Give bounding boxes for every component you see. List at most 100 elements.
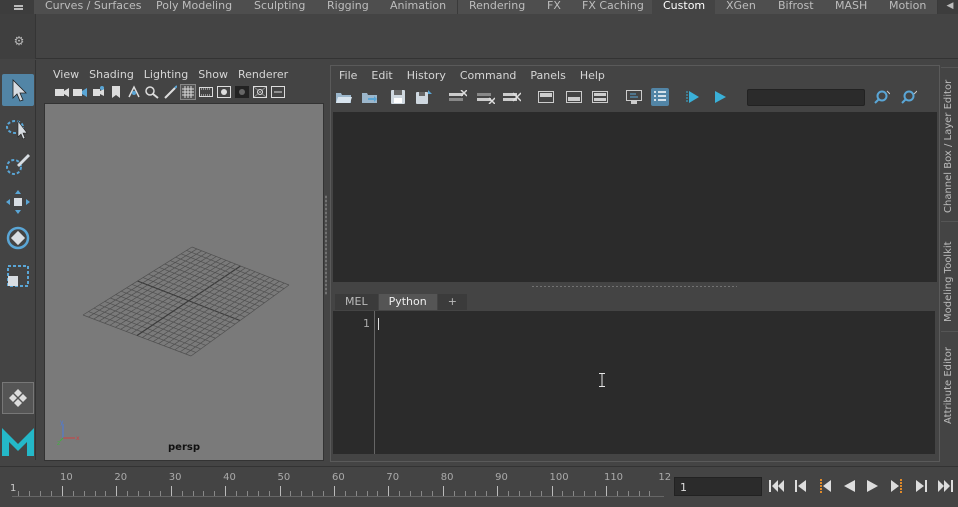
shelf-tab-fx[interactable]: FX [536,0,573,14]
shelf-tab-motion[interactable]: Motion [878,0,939,14]
tab-mel[interactable]: MEL [335,294,378,310]
move-tool-icon[interactable] [2,186,34,218]
shelf-tab-mash[interactable]: MASH [824,0,880,14]
bookmark-icon[interactable] [90,84,106,100]
viewport-menu-show[interactable]: Show [189,68,228,81]
execute-all-icon[interactable] [685,88,703,106]
viewport-menu-view[interactable]: View [44,68,79,81]
minor-tick [366,491,368,496]
2d-pan-icon[interactable] [126,84,142,100]
shelf-tab-animation[interactable]: Animation [379,0,459,14]
camera-attributes-icon[interactable] [72,84,88,100]
shelf-tab-bifrost[interactable]: Bifrost [767,0,826,14]
shelf-tab-poly-modeling[interactable]: Poly Modeling [145,0,245,14]
echo-all-commands-icon[interactable] [625,88,643,106]
open-script-icon[interactable] [335,88,353,106]
current-time-field[interactable]: 1 [674,477,762,496]
shelf-menu-icon[interactable] [8,0,28,14]
safe-action-icon[interactable] [162,84,178,100]
minor-tick [138,491,140,496]
show-history-icon[interactable] [537,88,555,106]
pane-divider-handle[interactable] [531,285,737,288]
step-back-key-icon[interactable] [816,477,834,495]
play-backwards-icon[interactable] [840,477,858,495]
film-gate-icon[interactable] [198,84,214,100]
tab-attribute-editor[interactable]: Attribute Editor [941,331,958,461]
viewport-menu-renderer[interactable]: Renderer [229,68,288,81]
resolution-gate-icon[interactable] [216,84,232,100]
paint-select-icon[interactable] [2,148,34,180]
minor-tick [453,491,455,496]
search-input[interactable] [747,89,865,106]
shelf-tab-custom[interactable]: Custom [652,0,718,14]
shelf-tab-rendering[interactable]: Rendering [458,0,538,14]
minor-tick [518,491,520,496]
search-icon[interactable] [873,88,891,106]
step-back-frame-icon[interactable] [792,477,810,495]
lasso-select-icon[interactable] [2,112,34,144]
source-script-icon[interactable] [361,88,379,106]
step-forward-key-icon[interactable] [888,477,906,495]
svg-text:y: y [60,419,64,426]
shelf-tab-curves-surfaces[interactable]: Curves / Surfaces [34,0,154,14]
clear-input-icon[interactable] [477,88,495,106]
grid-icon[interactable] [180,84,196,100]
select-arrow-icon[interactable] [2,74,34,106]
se-menu-history[interactable]: History [399,69,452,82]
add-tab-button[interactable]: + [437,294,467,310]
image-plane-icon[interactable] [108,84,124,100]
tab-python[interactable]: Python [378,294,437,310]
gate-mask-icon[interactable] [234,84,250,100]
play-forwards-icon[interactable] [864,477,882,495]
clear-all-icon[interactable] [503,88,521,106]
maya-logo-icon [0,422,36,460]
minor-tick [192,491,194,496]
clear-history-icon[interactable] [449,88,467,106]
quad-layout-icon[interactable] [2,382,34,414]
3d-viewport[interactable]: y x z persp [44,103,324,461]
show-input-icon[interactable] [565,88,583,106]
script-input-area[interactable]: 1 [333,311,935,454]
time-slider[interactable]: 1 10 20 30 40 50 60 70 80 90 100 110 12 [8,469,671,504]
major-tick [605,486,607,496]
se-menu-panels[interactable]: Panels [522,69,571,82]
shelf-tab-xgen[interactable]: XGen [715,0,768,14]
search-next-icon[interactable] [900,88,918,106]
shelf-tab-fx-caching[interactable]: FX Caching [571,0,656,14]
save-to-shelf-icon[interactable] [415,88,433,106]
scale-tool-icon[interactable] [2,260,34,292]
minor-tick [627,491,629,496]
chevron-left-icon[interactable]: ◀ [942,0,958,14]
se-menu-edit[interactable]: Edit [363,69,398,82]
tab-modeling-toolkit[interactable]: Modeling Toolkit [941,221,958,327]
shelf-tab-rigging[interactable]: Rigging [316,0,381,14]
safe-title-icon[interactable] [270,84,286,100]
se-menu-command[interactable]: Command [452,69,523,82]
grease-pencil-icon[interactable] [144,84,160,100]
viewport-menu-lighting[interactable]: Lighting [135,68,188,81]
major-tick [442,486,444,496]
go-to-start-icon[interactable] [768,477,786,495]
minor-tick [562,491,564,496]
show-line-numbers-icon[interactable] [651,88,669,106]
show-both-icon[interactable] [591,88,609,106]
se-menu-file[interactable]: File [331,69,363,82]
viewport-menu-shading[interactable]: Shading [80,68,134,81]
tick-label: 12 [658,472,672,483]
shelf-tab-sculpting[interactable]: Sculpting [243,0,318,14]
se-menu-help[interactable]: Help [572,69,611,82]
gear-icon[interactable]: ⚙ [12,34,26,48]
field-chart-icon[interactable] [252,84,268,100]
minor-tick [410,491,412,496]
tab-channel-box[interactable]: Channel Box / Layer Editor [941,67,958,217]
history-pane[interactable] [333,112,937,282]
major-tick [497,486,499,496]
execute-icon[interactable] [711,88,729,106]
step-forward-frame-icon[interactable] [912,477,930,495]
save-script-icon[interactable] [389,88,407,106]
go-to-end-icon[interactable] [936,477,954,495]
pane-splitter[interactable] [324,65,329,461]
minor-tick [83,491,85,496]
rotate-tool-icon[interactable] [2,222,34,254]
camera-icon[interactable] [54,84,70,100]
